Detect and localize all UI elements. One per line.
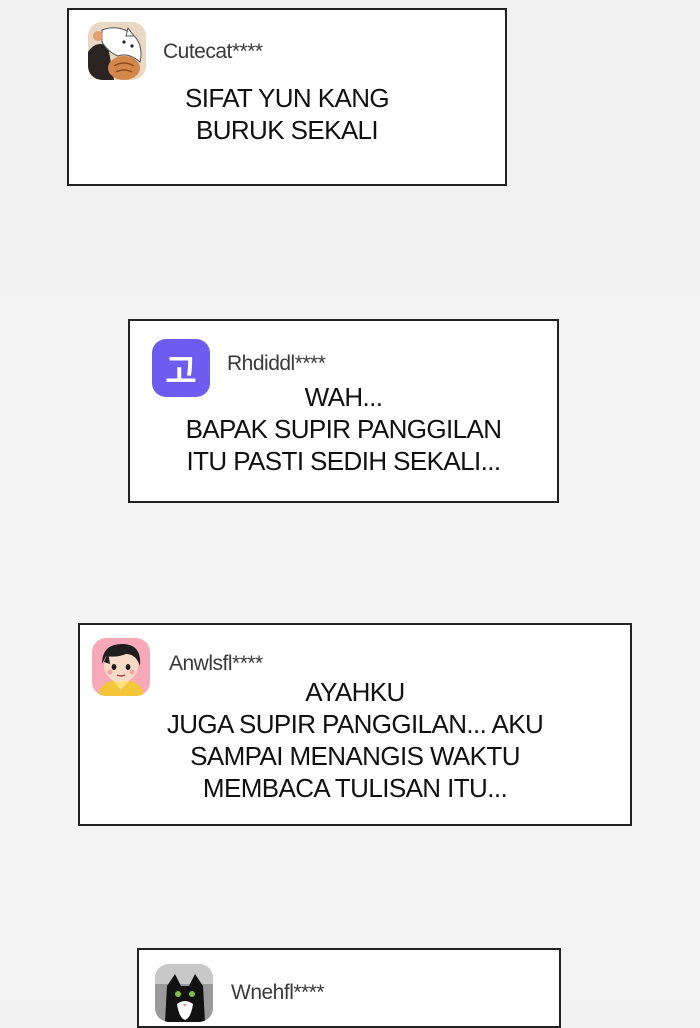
comment-card: 고 Rhdiddl**** WAH... BAPAK SUPIR PANGGIL…	[128, 319, 559, 503]
comment-username: Rhdiddl****	[227, 352, 326, 375]
comment-text: AYAHKU JUGA SUPIR PANGGILAN... AKU SAMPA…	[166, 677, 544, 803]
comment-username: Cutecat****	[163, 40, 263, 63]
comment-card: Cutecat**** SIFAT YUN KANG BURUK SEKALI	[67, 8, 507, 186]
comment-card: Wnehfl****	[137, 948, 561, 1028]
comment-text: WAH... BAPAK SUPIR PANGGILAN ITU PASTI S…	[185, 382, 502, 476]
cat-illustration-avatar-icon	[88, 22, 146, 80]
comment-username: Anwlsfl****	[169, 652, 263, 675]
black-cat-avatar-icon	[155, 964, 213, 1022]
comment-username: Wnehfl****	[231, 981, 325, 1004]
comment-card: Anwlsfl**** AYAHKU JUGA SUPIR PANGGILAN.…	[78, 623, 632, 826]
comment-text: SIFAT YUN KANG BURUK SEKALI	[185, 83, 390, 145]
